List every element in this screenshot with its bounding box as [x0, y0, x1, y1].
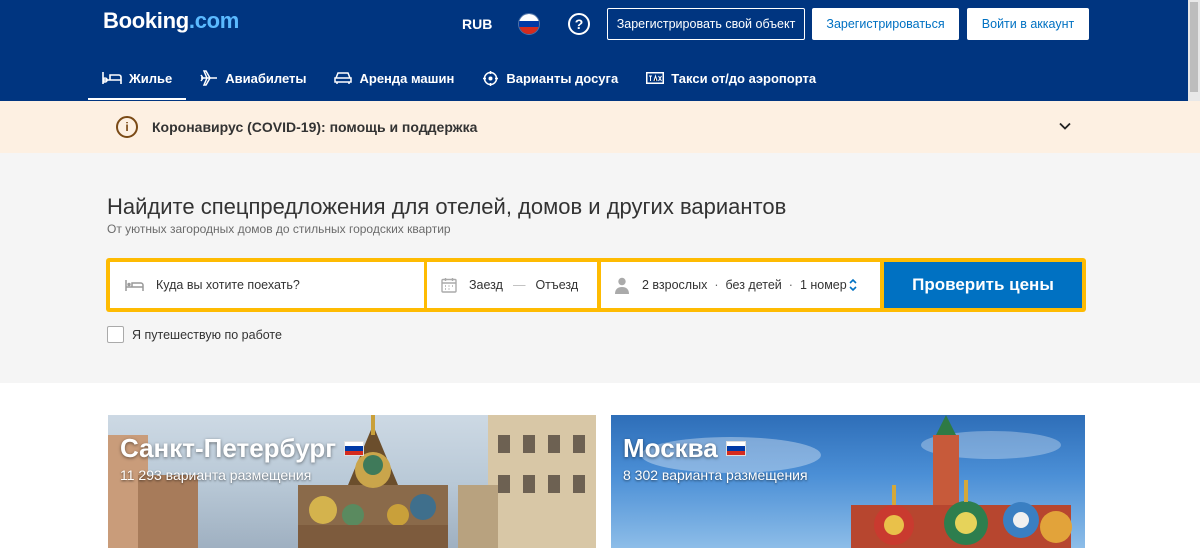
destination-placeholder: Куда вы хотите поехать? [156, 278, 300, 292]
booking-logo[interactable]: Booking.com [103, 8, 239, 34]
dates-field[interactable]: Заезд — Отъезд [427, 262, 597, 308]
children-count: без детей [725, 278, 782, 292]
covid-banner[interactable]: i Коронавирус (COVID-19): помощь и подде… [0, 101, 1200, 153]
up-down-arrows-icon [849, 278, 857, 292]
russia-flag-icon [344, 441, 365, 456]
chevron-down-icon[interactable] [1058, 119, 1072, 133]
work-trip-option[interactable]: Я путешествую по работе [107, 326, 282, 343]
destination-count: 11 293 варианта размещения [120, 467, 312, 483]
car-icon [334, 72, 353, 84]
attractions-icon [483, 70, 499, 86]
scrollbar[interactable] [1188, 0, 1200, 101]
page-title: Найдите спецпредложения для отелей, домо… [107, 194, 787, 219]
language-flag-icon[interactable] [518, 13, 540, 35]
nav-attractions[interactable]: Варианты досуга [468, 58, 632, 98]
destination-count: 8 302 варианта размещения [623, 467, 808, 483]
help-icon[interactable]: ? [568, 13, 590, 35]
register-button[interactable]: Зарегистрироваться [812, 8, 959, 40]
guests-separator: · [788, 278, 793, 292]
nav-flights[interactable]: Авиабилеты [186, 58, 320, 98]
destination-card-saint-petersburg[interactable]: Санкт-Петербург 11 293 варианта размещен… [108, 415, 596, 548]
work-trip-checkbox[interactable] [107, 326, 124, 343]
top-header: Booking.com RUB ? Зарегистрировать свой … [0, 0, 1200, 101]
currency-selector[interactable]: RUB [462, 16, 492, 32]
adults-count: 2 взрослых [642, 278, 708, 292]
search-button[interactable]: Проверить цены [884, 262, 1082, 308]
covid-banner-text: Коронавирус (COVID-19): помощь и поддерж… [152, 119, 478, 135]
list-property-button[interactable]: Зарегистрировать свой объект [607, 8, 805, 40]
calendar-icon [441, 278, 457, 293]
checkin-label: Заезд [469, 278, 503, 292]
search-box: Куда вы хотите поехать? Заезд — Отъезд 2… [106, 258, 1086, 312]
checkout-label: Отъезд [535, 278, 579, 292]
destination-field[interactable]: Куда вы хотите поехать? [110, 262, 424, 308]
russia-flag-icon [725, 441, 746, 456]
sign-in-button[interactable]: Войти в аккаунт [967, 8, 1089, 40]
plane-icon [200, 70, 218, 86]
person-icon [615, 277, 629, 294]
nav-car-rentals[interactable]: Аренда машин [320, 58, 468, 98]
page-subtitle: От уютных загородных домов до стильных г… [107, 222, 451, 236]
rooms-count: 1 номер [799, 278, 847, 292]
nav-stays[interactable]: Жилье [88, 58, 187, 100]
taxi-icon [646, 72, 665, 84]
work-trip-label: Я путешествую по работе [132, 327, 282, 342]
guests-field[interactable]: 2 взрослых · без детей · 1 номер [601, 262, 880, 308]
scrollbar-thumb[interactable] [1190, 2, 1198, 92]
main-nav: Жилье Авиабилеты Аренда машин Варианты д… [88, 58, 830, 101]
guests-separator: · [714, 278, 719, 292]
nav-airport-taxis[interactable]: Такси от/до аэропорта [632, 58, 830, 98]
destination-title: Санкт-Петербург [120, 433, 365, 464]
bed-icon [102, 72, 122, 84]
destination-title: Москва [623, 433, 746, 464]
bed-icon [125, 280, 144, 291]
destination-card-moscow[interactable]: Москва 8 302 варианта размещения [611, 415, 1085, 548]
info-icon: i [116, 116, 138, 138]
date-separator: — [512, 278, 526, 292]
